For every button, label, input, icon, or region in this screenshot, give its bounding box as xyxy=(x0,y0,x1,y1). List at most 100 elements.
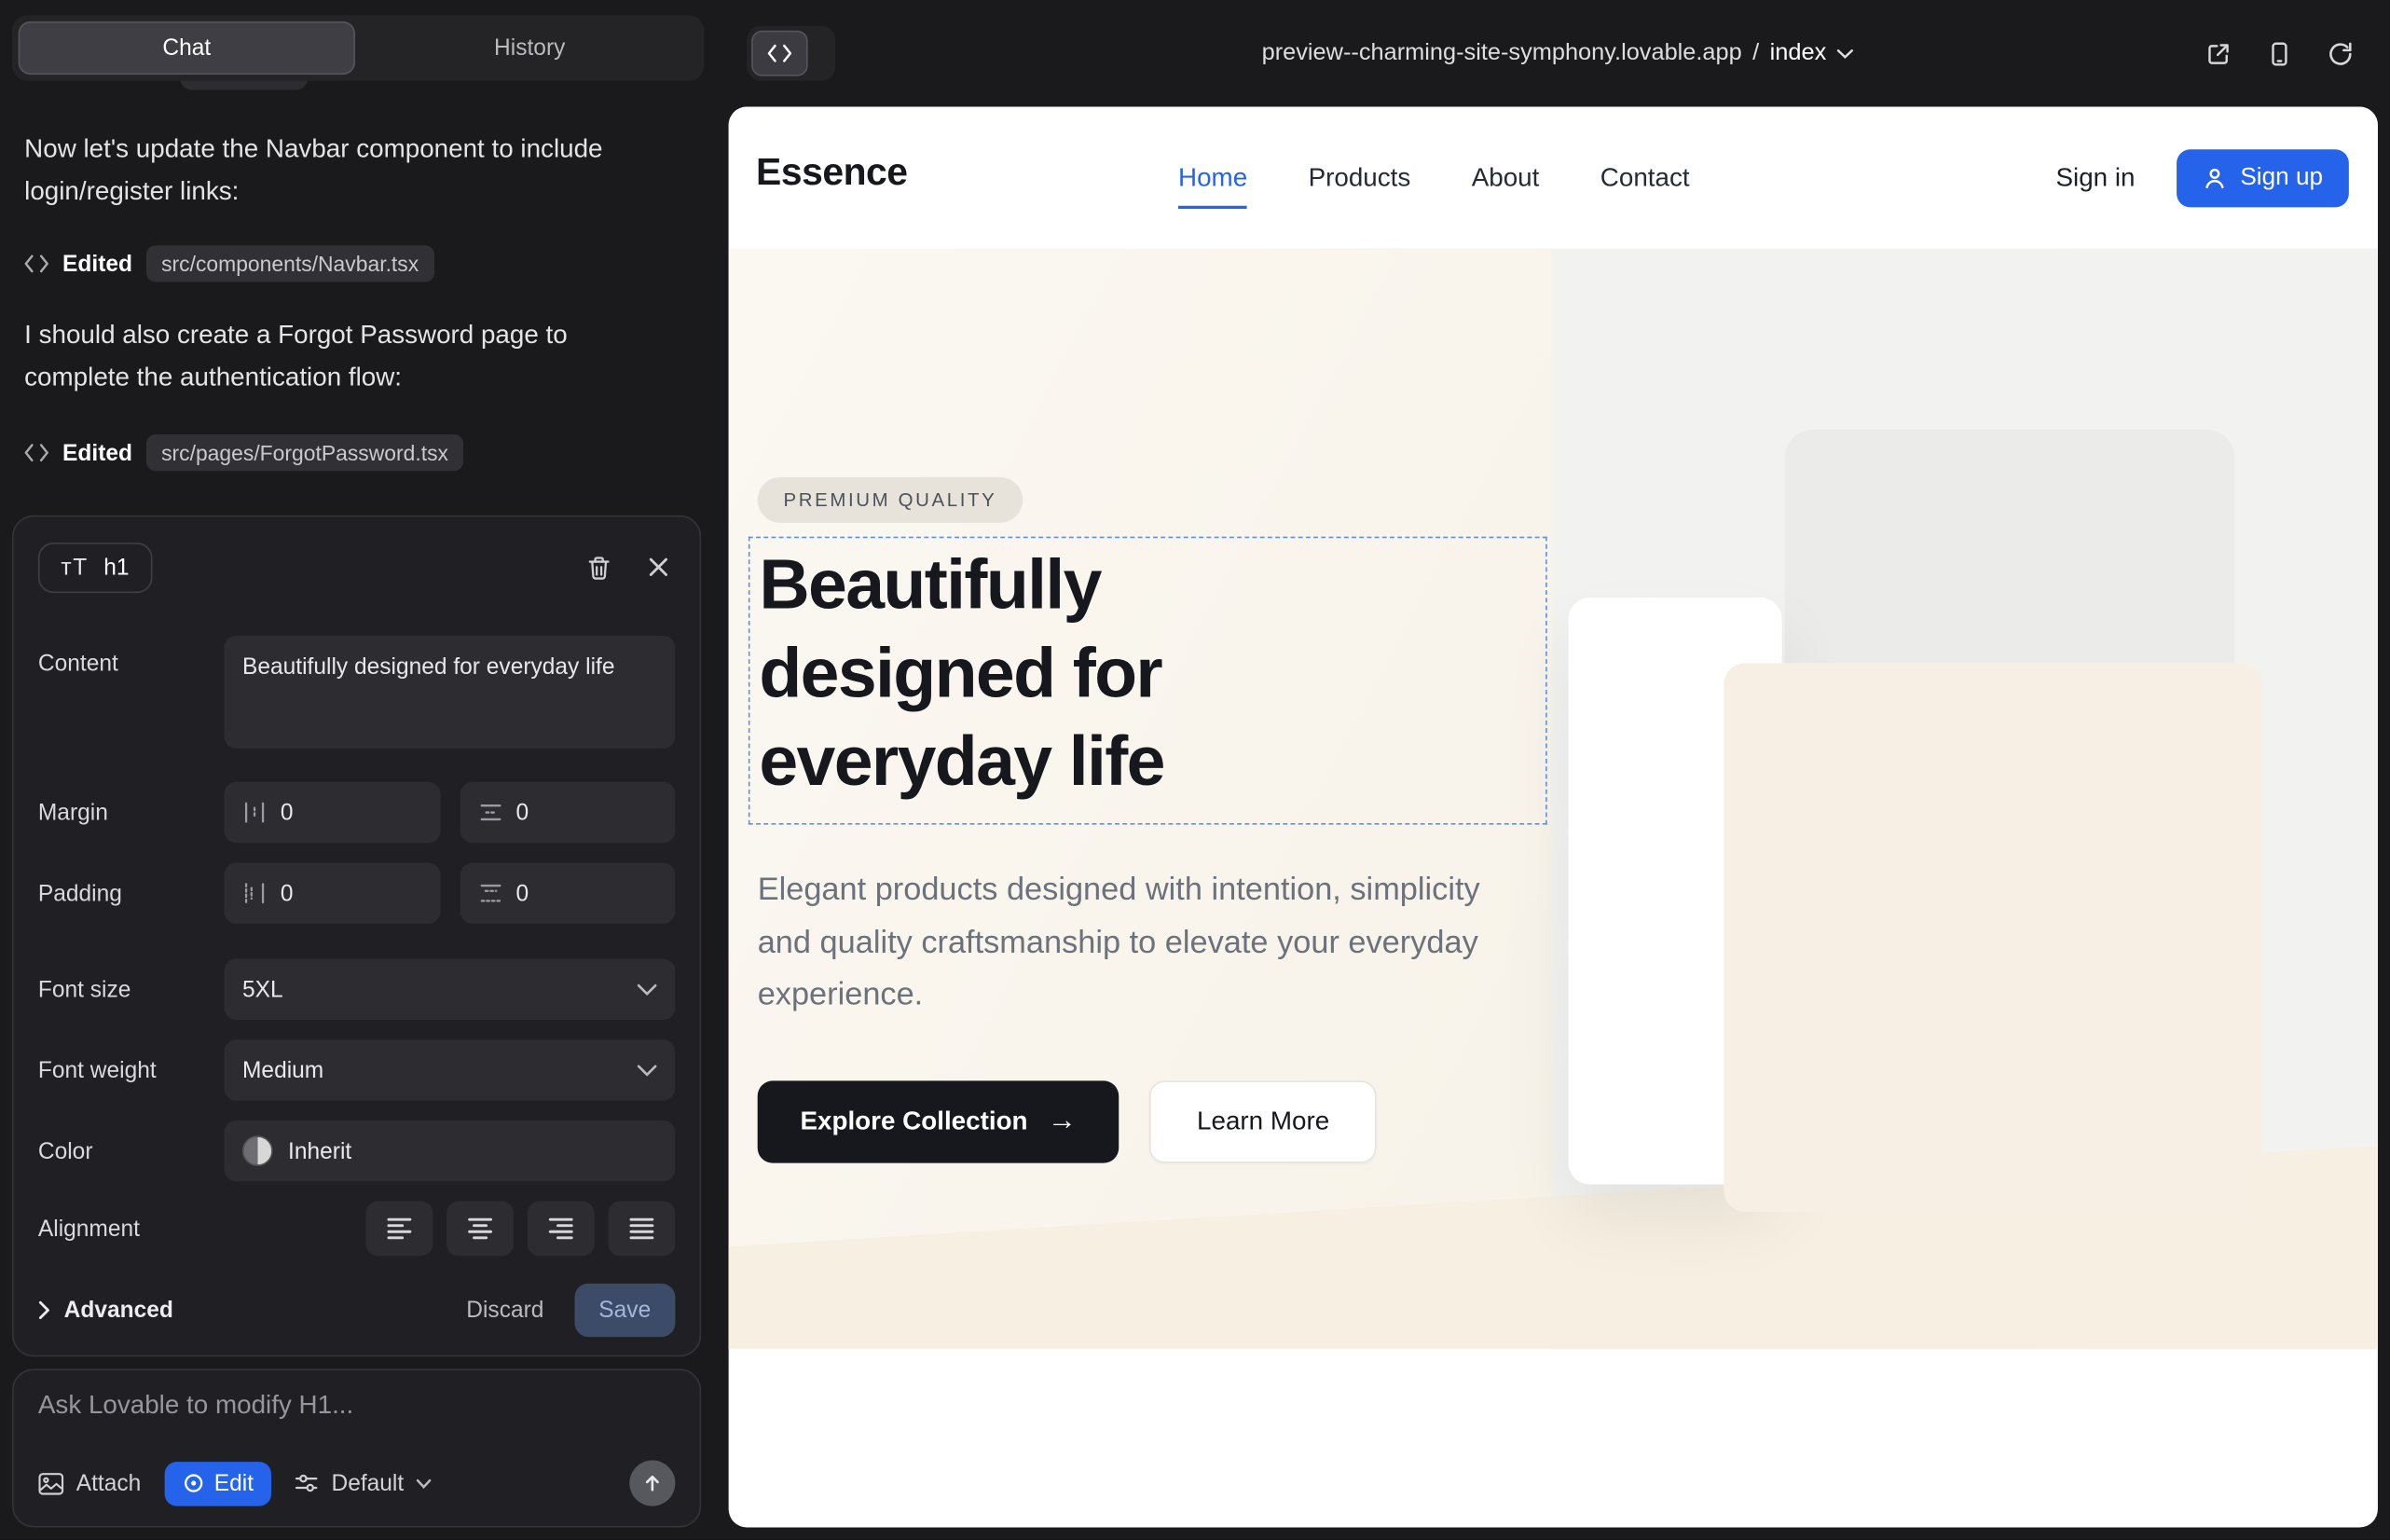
margin-vertical-icon xyxy=(478,800,502,824)
align-justify-button[interactable] xyxy=(608,1202,675,1257)
site-preview: Essence Home Products About Contact Sign… xyxy=(729,106,2378,1527)
hero-headline[interactable]: Beautifully designed for everyday life xyxy=(759,540,1292,805)
advanced-toggle[interactable]: Advanced xyxy=(38,1297,173,1323)
nav-link-home[interactable]: Home xyxy=(1178,162,1247,193)
file-badge[interactable]: src/components/Navbar.tsx xyxy=(146,245,434,282)
chat-message: I should also create a Forgot Password p… xyxy=(24,314,657,400)
attach-button[interactable]: Attach xyxy=(38,1470,141,1496)
selected-element-pill[interactable]: тT h1 xyxy=(38,542,152,592)
color-select[interactable]: Inherit xyxy=(224,1121,675,1181)
edited-label: Edited xyxy=(62,440,132,466)
chat-message: Now let's update the Navbar component to… xyxy=(24,128,657,213)
chevron-down-icon xyxy=(638,983,657,996)
target-icon xyxy=(182,1473,203,1494)
model-selector[interactable]: Default xyxy=(295,1470,431,1496)
content-textarea[interactable]: Beautifully designed for everyday life xyxy=(224,636,675,749)
decorative-cream-card xyxy=(1724,663,2261,1212)
content-label: Content xyxy=(38,636,224,677)
margin-y-value: 0 xyxy=(516,800,529,826)
close-icon xyxy=(648,557,669,578)
padding-label: Padding xyxy=(38,880,224,906)
padding-x-input[interactable]: 0 xyxy=(224,863,439,924)
edited-label: Edited xyxy=(62,251,132,277)
edit-mode-label: Edit xyxy=(214,1470,254,1496)
chat-input[interactable] xyxy=(38,1390,676,1421)
close-inspector-button[interactable] xyxy=(648,557,669,578)
chat-panel: Chat History Now let's update the Navbar… xyxy=(0,0,725,1540)
margin-x-input[interactable]: 0 xyxy=(224,782,439,843)
element-inspector: тT h1 Content xyxy=(12,516,701,1357)
file-badge[interactable]: src/pages/ForgotPassword.tsx xyxy=(146,434,464,471)
code-icon xyxy=(24,444,48,462)
preview-pane: preview--charming-site-symphony.lovable.… xyxy=(725,0,2390,1540)
preview-toolbar: preview--charming-site-symphony.lovable.… xyxy=(725,0,2390,106)
selected-tag: h1 xyxy=(103,554,129,580)
learn-more-button[interactable]: Learn More xyxy=(1149,1080,1377,1162)
tab-history[interactable]: History xyxy=(362,21,698,75)
save-button[interactable]: Save xyxy=(574,1283,675,1336)
sign-up-button[interactable]: Sign up xyxy=(2177,148,2349,206)
font-size-select[interactable]: 5XL xyxy=(224,959,675,1020)
font-weight-select[interactable]: Medium xyxy=(224,1039,675,1100)
align-center-icon xyxy=(465,1215,496,1242)
selection-outline: Beautifully designed for everyday life xyxy=(749,537,1547,825)
color-swatch xyxy=(242,1135,273,1166)
edit-mode-button[interactable]: Edit xyxy=(164,1461,272,1505)
sign-up-label: Sign up xyxy=(2240,164,2323,191)
align-center-button[interactable] xyxy=(446,1202,514,1257)
trash-icon xyxy=(587,554,611,580)
preview-path: index xyxy=(1770,40,1827,67)
edit-row: Edited src/components/Navbar.tsx xyxy=(24,244,433,284)
site-navbar: Essence Home Products About Contact Sign… xyxy=(729,106,2378,248)
margin-horizontal-icon xyxy=(242,800,267,824)
font-weight-label: Font weight xyxy=(38,1057,224,1083)
align-right-icon xyxy=(545,1215,576,1242)
explore-collection-button[interactable]: Explore Collection → xyxy=(758,1080,1119,1162)
code-icon xyxy=(24,254,48,273)
delete-element-button[interactable] xyxy=(587,554,611,580)
advanced-label: Advanced xyxy=(64,1297,173,1323)
chevron-down-icon xyxy=(638,1064,657,1076)
sign-in-link[interactable]: Sign in xyxy=(2055,162,2135,193)
inspector-header: тT h1 xyxy=(38,538,676,596)
padding-vertical-icon xyxy=(478,881,502,905)
align-left-icon xyxy=(384,1215,415,1242)
hero-cta-group: Explore Collection → Learn More xyxy=(758,1080,1377,1162)
site-logo[interactable]: Essence xyxy=(756,151,907,195)
align-justify-icon xyxy=(626,1215,657,1242)
tab-chat[interactable]: Chat xyxy=(19,21,355,75)
padding-y-input[interactable]: 0 xyxy=(460,863,675,924)
url-bar[interactable]: preview--charming-site-symphony.lovable.… xyxy=(725,0,2390,106)
margin-label: Margin xyxy=(38,800,224,826)
chevron-right-icon xyxy=(38,1299,50,1319)
nav-link-contact[interactable]: Contact xyxy=(1600,162,1690,193)
chevron-down-icon xyxy=(1837,48,1854,59)
discard-button[interactable]: Discard xyxy=(466,1297,543,1323)
align-right-button[interactable] xyxy=(528,1202,595,1257)
font-size-value: 5XL xyxy=(242,976,283,1002)
user-icon xyxy=(2202,165,2226,189)
lovable-app: Chat History Now let's update the Navbar… xyxy=(0,0,2390,1540)
font-size-label: Font size xyxy=(38,976,224,1002)
alignment-buttons xyxy=(224,1202,675,1257)
hero-section: PREMIUM QUALITY Beautifully designed for… xyxy=(729,249,2378,1350)
model-selector-label: Default xyxy=(331,1470,404,1496)
padding-y-value: 0 xyxy=(516,880,529,906)
color-label: Color xyxy=(38,1138,224,1164)
margin-x-value: 0 xyxy=(281,800,294,826)
send-button[interactable] xyxy=(629,1461,675,1506)
sliders-icon xyxy=(295,1473,319,1494)
padding-horizontal-icon xyxy=(242,881,267,905)
margin-y-input[interactable]: 0 xyxy=(460,782,675,843)
explore-collection-label: Explore Collection xyxy=(800,1107,1027,1137)
image-icon xyxy=(38,1472,64,1495)
color-value: Inherit xyxy=(288,1138,351,1164)
nav-link-about[interactable]: About xyxy=(1472,162,1540,193)
nav-link-products[interactable]: Products xyxy=(1309,162,1411,193)
align-left-button[interactable] xyxy=(365,1202,433,1257)
typography-icon: тT xyxy=(61,554,89,580)
alignment-label: Alignment xyxy=(38,1216,224,1242)
arrow-up-icon xyxy=(641,1473,663,1494)
chat-composer: Attach Edit Default xyxy=(12,1368,701,1527)
site-nav-links: Home Products About Contact xyxy=(1178,106,1690,248)
